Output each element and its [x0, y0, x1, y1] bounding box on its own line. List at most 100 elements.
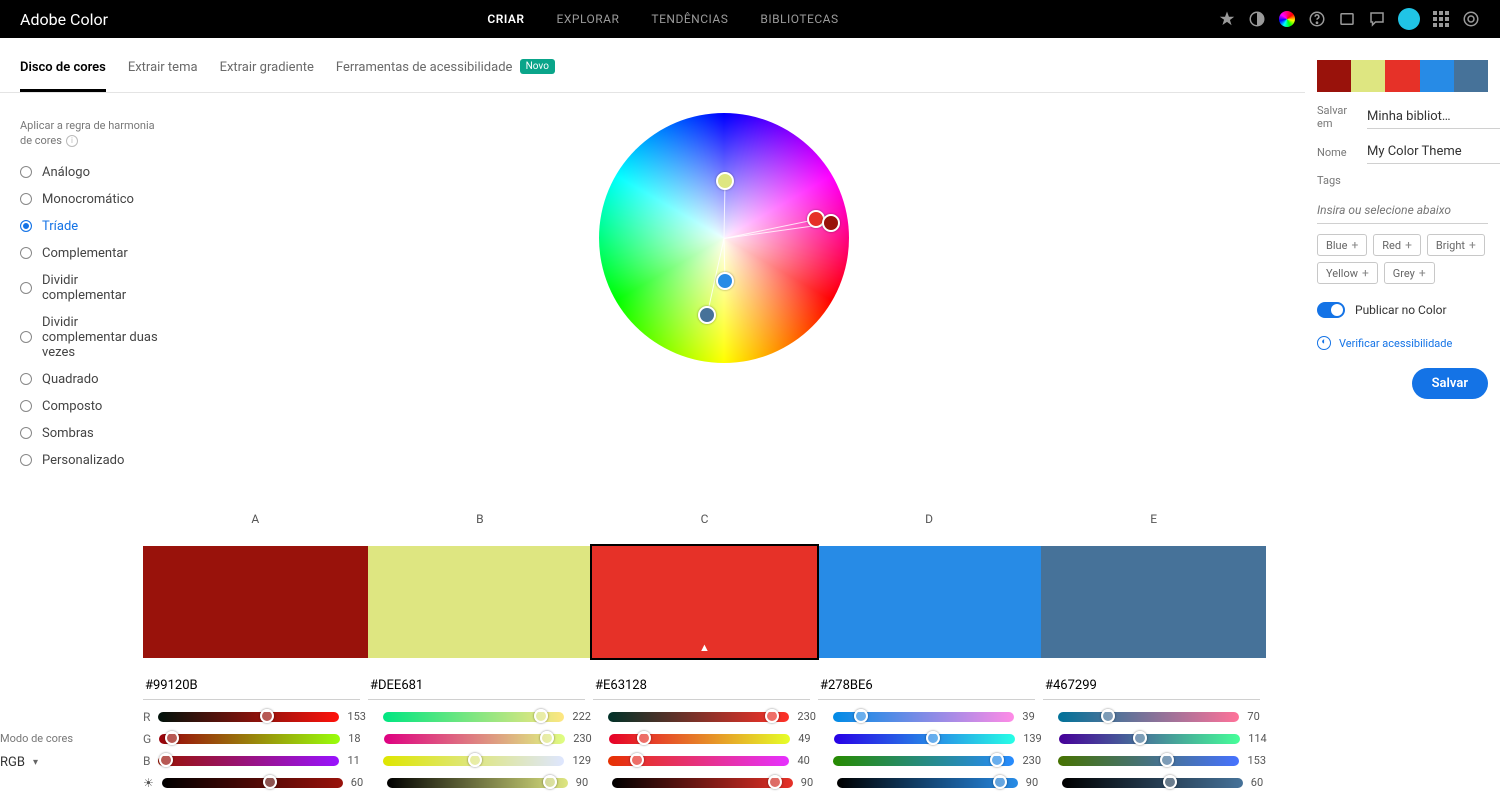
info-icon[interactable]: i — [66, 135, 78, 147]
swatch-b[interactable] — [368, 546, 593, 658]
radio-icon — [20, 282, 32, 294]
bright-slider[interactable] — [612, 778, 793, 788]
b-slider[interactable] — [158, 756, 339, 766]
hex-input-c[interactable] — [593, 672, 810, 700]
rule-sombras[interactable]: Sombras — [20, 426, 163, 441]
bright-slider[interactable] — [837, 778, 1018, 788]
wheel-handle[interactable] — [698, 306, 716, 324]
r-slider[interactable] — [833, 712, 1014, 722]
chip-label: Bright — [1436, 239, 1465, 252]
tag-chip-blue[interactable]: Blue+ — [1317, 234, 1367, 256]
rule-quadrado[interactable]: Quadrado — [20, 372, 163, 387]
hex-row — [143, 672, 1266, 700]
g-slider-cell: 114 — [1059, 732, 1276, 745]
save-in-label: Salvar em — [1317, 104, 1359, 130]
tab-acessibilidade[interactable]: Ferramentas de acessibilidade Novo — [336, 60, 555, 92]
news-icon[interactable] — [1338, 10, 1356, 28]
wheel-handle[interactable] — [822, 214, 840, 232]
nav-criar[interactable]: CRIAR — [487, 12, 524, 26]
nav-explorar[interactable]: EXPLORAR — [557, 12, 620, 26]
publish-toggle[interactable] — [1317, 302, 1345, 318]
theme-name-input[interactable] — [1367, 140, 1500, 164]
g-value: 139 — [1023, 732, 1051, 745]
preview-swatch — [1385, 60, 1419, 92]
star-icon[interactable] — [1218, 10, 1236, 28]
hex-input-d[interactable] — [818, 672, 1035, 700]
tag-chip-bright[interactable]: Bright+ — [1427, 234, 1485, 256]
r-slider[interactable] — [608, 712, 789, 722]
g-slider[interactable] — [609, 734, 790, 744]
wheel-handle[interactable] — [716, 172, 734, 190]
accessibility-icon: ◐ — [1317, 336, 1331, 350]
chip-label: Yellow — [1326, 267, 1358, 280]
cc-icon[interactable] — [1462, 10, 1480, 28]
tab-extrair-gradiente[interactable]: Extrair gradiente — [220, 60, 314, 92]
tag-suggestions: Blue+ Red+ Bright+ Yellow+ Grey+ — [1317, 234, 1488, 284]
b-slider[interactable] — [383, 756, 564, 766]
b-slider[interactable] — [608, 756, 789, 766]
r-slider-cell: 230 — [608, 710, 825, 723]
chat-icon[interactable] — [1368, 10, 1386, 28]
wheel-handle[interactable] — [716, 272, 734, 290]
tab-extrair-tema[interactable]: Extrair tema — [128, 60, 198, 92]
rule-composto[interactable]: Composto — [20, 399, 163, 414]
b-slider[interactable] — [833, 756, 1014, 766]
r-value: 153 — [347, 710, 375, 723]
hex-input-e[interactable] — [1043, 672, 1260, 700]
tag-chip-red[interactable]: Red+ — [1373, 234, 1421, 256]
hex-input-a[interactable] — [143, 672, 360, 700]
user-avatar[interactable] — [1398, 8, 1420, 30]
swatch-c[interactable] — [592, 546, 817, 658]
contrast-icon[interactable] — [1248, 10, 1266, 28]
r-slider[interactable] — [158, 712, 339, 722]
bright-slider[interactable] — [162, 778, 343, 788]
r-slider[interactable] — [383, 712, 564, 722]
rule-label: Complementar — [42, 246, 128, 261]
color-wheel[interactable] — [599, 113, 849, 363]
tab-disco-de-cores[interactable]: Disco de cores — [20, 60, 106, 92]
bright-slider[interactable] — [1062, 778, 1243, 788]
b-slider[interactable] — [1058, 756, 1239, 766]
swatch-e[interactable] — [1041, 546, 1266, 658]
rule-dividir-complementar[interactable]: Dividir complementar — [20, 273, 163, 303]
nav-tendencias[interactable]: TENDÊNCIAS — [651, 12, 728, 26]
save-button[interactable]: Salvar — [1412, 368, 1488, 399]
r-value: 39 — [1022, 710, 1050, 723]
tag-chip-yellow[interactable]: Yellow+ — [1317, 262, 1378, 284]
preview-swatch — [1351, 60, 1385, 92]
radio-icon — [20, 373, 32, 385]
swatch-a[interactable] — [143, 546, 368, 658]
g-slider[interactable] — [1059, 734, 1240, 744]
g-slider[interactable] — [834, 734, 1015, 744]
hex-input-b[interactable] — [368, 672, 585, 700]
rule-análogo[interactable]: Análogo — [20, 165, 163, 180]
bright-slider-cell: 60 — [162, 776, 379, 789]
nav-bibliotecas[interactable]: BIBLIOTECAS — [760, 12, 838, 26]
radio-icon — [20, 220, 32, 232]
g-slider[interactable] — [159, 734, 340, 744]
color-wheel-icon[interactable] — [1278, 10, 1296, 28]
r-value: 230 — [797, 710, 825, 723]
library-select[interactable] — [1367, 105, 1500, 129]
publish-label: Publicar no Color — [1355, 303, 1447, 317]
rule-label: Monocromático — [42, 192, 134, 207]
rule-label: Sombras — [42, 426, 94, 441]
bright-slider[interactable] — [387, 778, 568, 788]
tag-chip-grey[interactable]: Grey+ — [1384, 262, 1435, 284]
bright-value: 90 — [1026, 776, 1054, 789]
harmony-rules: Aplicar a regra de harmonia de coresi An… — [20, 113, 163, 480]
brand-title: Adobe Color — [20, 10, 108, 29]
g-slider[interactable] — [384, 734, 565, 744]
apps-grid-icon[interactable] — [1432, 10, 1450, 28]
color-mode-select[interactable]: RGB ▾ — [0, 755, 143, 770]
tags-input[interactable] — [1317, 197, 1488, 224]
r-slider[interactable] — [1058, 712, 1239, 722]
rule-tríade[interactable]: Tríade — [20, 219, 163, 234]
swatch-d[interactable] — [817, 546, 1042, 658]
rule-complementar[interactable]: Complementar — [20, 246, 163, 261]
rule-monocromático[interactable]: Monocromático — [20, 192, 163, 207]
rule-personalizado[interactable]: Personalizado — [20, 453, 163, 468]
help-icon[interactable] — [1308, 10, 1326, 28]
accessibility-link[interactable]: ◐ Verificar acessibilidade — [1317, 336, 1488, 350]
rule-dividir-complementar-duas-vezes[interactable]: Dividir complementar duas vezes — [20, 315, 163, 360]
